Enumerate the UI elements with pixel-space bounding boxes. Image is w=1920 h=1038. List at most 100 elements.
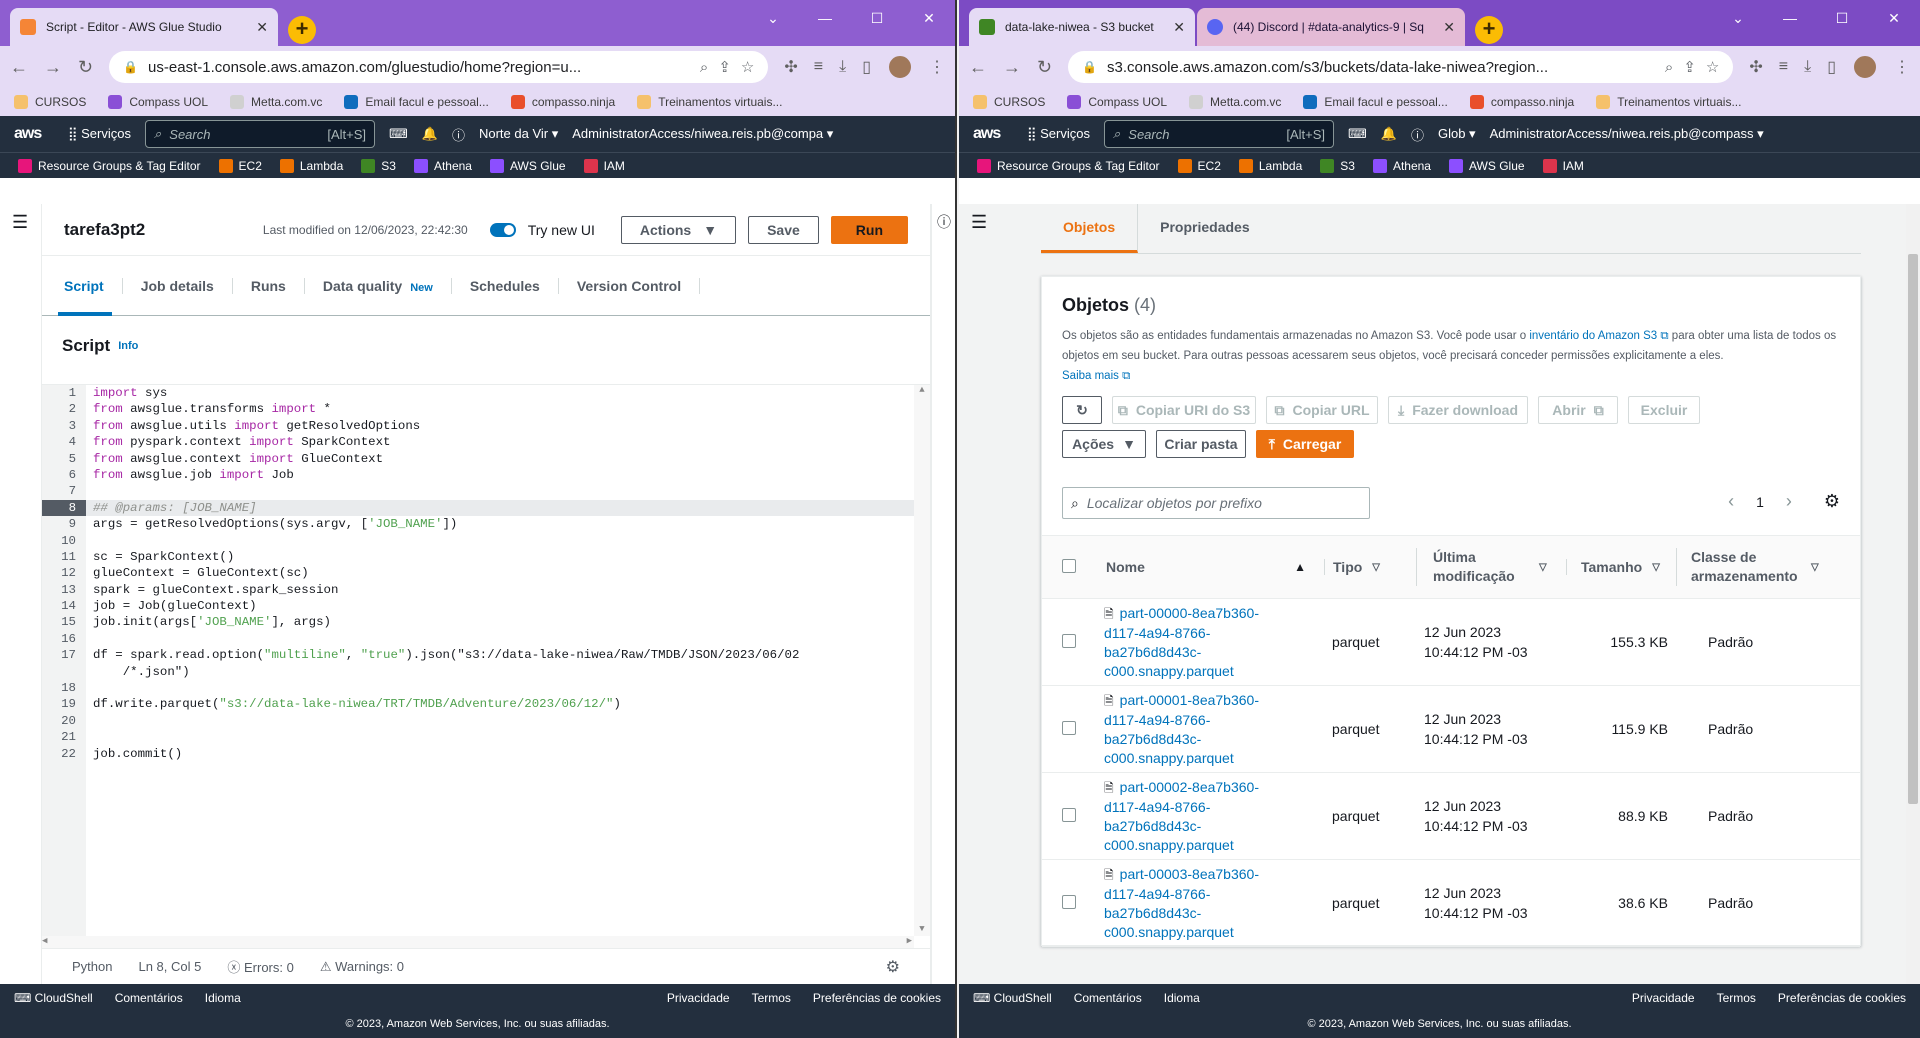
- maximize-icon[interactable]: ☐: [851, 6, 903, 30]
- vertical-scrollbar[interactable]: ▲ ▼: [914, 385, 930, 936]
- new-ui-toggle[interactable]: [489, 222, 516, 237]
- upload-button[interactable]: ⤒ Carregar: [1256, 430, 1354, 458]
- aws-search-input[interactable]: ⌕ Search [Alt+S]: [145, 120, 375, 148]
- code-area[interactable]: import sys from awsglue.transforms import…: [86, 385, 914, 948]
- warnings-indicator[interactable]: ⚠ Warnings: 0: [320, 959, 404, 975]
- terms-link[interactable]: Termos: [1717, 991, 1756, 1005]
- column-type[interactable]: Tipo ▽: [1324, 559, 1416, 575]
- create-folder-button[interactable]: Criar pasta: [1156, 430, 1246, 458]
- favorite-service[interactable]: Athena: [413, 158, 472, 173]
- url-field[interactable]: 🔒 s3.console.aws.amazon.com/s3/buckets/d…: [1068, 51, 1734, 83]
- forward-icon[interactable]: →: [1003, 57, 1021, 78]
- code-line[interactable]: job = Job(glueContext): [86, 598, 914, 614]
- page-scrollbar[interactable]: [1906, 204, 1920, 984]
- account-menu[interactable]: AdministratorAccess/niwea.reis.pb@compas…: [1490, 126, 1764, 142]
- reload-icon[interactable]: ↻: [78, 57, 93, 78]
- close-tab-icon[interactable]: ✕: [1173, 19, 1185, 36]
- share-icon[interactable]: ⇪: [718, 58, 731, 76]
- tab-schedules[interactable]: Schedules: [452, 277, 559, 294]
- save-button[interactable]: Save: [748, 215, 819, 244]
- sidepanel-icon[interactable]: ▯: [1827, 57, 1836, 77]
- tab-properties[interactable]: Propriedades: [1138, 204, 1271, 253]
- close-window-icon[interactable]: ✕: [1868, 6, 1920, 30]
- code-line[interactable]: from awsglue.job import Job: [86, 467, 914, 483]
- code-line[interactable]: [86, 713, 914, 729]
- comments-link[interactable]: Comentários: [1074, 991, 1142, 1005]
- delete-button[interactable]: Excluir: [1628, 396, 1700, 424]
- region-selector[interactable]: Norte da Vir ▾: [479, 126, 558, 142]
- favorite-service[interactable]: Resource Groups & Tag Editor: [18, 158, 201, 173]
- bookmark-item[interactable]: Compass UOL: [108, 95, 208, 109]
- back-icon[interactable]: ←: [969, 57, 987, 78]
- code-line[interactable]: [86, 729, 914, 745]
- sidepanel-icon[interactable]: ▯: [862, 57, 871, 77]
- refresh-button[interactable]: ↻: [1062, 396, 1102, 424]
- actions-button[interactable]: Actions ▼: [620, 215, 737, 244]
- menu-icon[interactable]: ⋮: [929, 57, 945, 77]
- code-editor[interactable]: 1 2 3 4 5 6 7 8 9 10 11 12 13 14 15 16 17 18 19 20 21 22 impo…: [42, 384, 930, 948]
- terms-link[interactable]: Termos: [752, 991, 791, 1005]
- select-all-checkbox[interactable]: [1062, 558, 1076, 573]
- code-line[interactable]: job.init(args['JOB_NAME'], args): [86, 614, 914, 630]
- bookmark-item[interactable]: CURSOS: [14, 95, 86, 109]
- tab-discord[interactable]: (44) Discord | #data-analytics-9 | Sq ✕: [1197, 8, 1465, 46]
- code-line[interactable]: [86, 483, 914, 499]
- avatar[interactable]: [887, 54, 913, 80]
- object-link[interactable]: 🗎 part-00003-8ea7b360- d117-4a94-8766- ba27…: [1104, 865, 1316, 942]
- media-icon[interactable]: ≡: [1779, 58, 1788, 76]
- chevron-down-icon[interactable]: ⌄: [1712, 6, 1764, 30]
- privacy-link[interactable]: Privacidade: [667, 991, 730, 1005]
- region-selector[interactable]: Glob ▾: [1438, 126, 1476, 142]
- code-line[interactable]: /*.json"): [86, 664, 914, 680]
- cloudshell-link[interactable]: ⌨ CloudShell: [14, 991, 93, 1005]
- object-link[interactable]: 🗎 part-00002-8ea7b360- d117-4a94-8766- ba27…: [1104, 778, 1316, 855]
- media-icon[interactable]: ≡: [814, 58, 823, 76]
- actions-dropdown[interactable]: Ações ▼: [1062, 430, 1146, 458]
- code-line[interactable]: df.write.parquet("s3://data-lake-niwea/T…: [86, 696, 914, 712]
- code-line[interactable]: ## @params: [JOB_NAME]: [86, 499, 914, 517]
- code-line[interactable]: job.commit(): [86, 746, 914, 762]
- favorite-service[interactable]: IAM: [1542, 158, 1584, 173]
- page-number[interactable]: 1: [1756, 494, 1764, 510]
- close-tab-icon[interactable]: ✕: [1443, 19, 1455, 36]
- bookmark-item[interactable]: CURSOS: [973, 95, 1045, 109]
- prev-page-icon[interactable]: ‹: [1728, 491, 1734, 512]
- copy-s3-uri-button[interactable]: ⧉ Copiar URI do S3: [1112, 396, 1256, 424]
- code-line[interactable]: [86, 631, 914, 647]
- favorite-service[interactable]: Athena: [1372, 158, 1431, 173]
- column-name[interactable]: Nome ▲: [1096, 559, 1324, 575]
- download-icon[interactable]: ⤓: [1804, 58, 1811, 76]
- favorite-service[interactable]: Lambda: [1238, 158, 1302, 173]
- tab-runs[interactable]: Runs: [233, 277, 305, 294]
- code-line[interactable]: spark = glueContext.spark_session: [86, 582, 914, 598]
- aws-logo[interactable]: aws: [973, 125, 1013, 143]
- code-line[interactable]: glueContext = GlueContext(sc): [86, 565, 914, 581]
- next-page-icon[interactable]: ›: [1786, 491, 1792, 512]
- info-icon[interactable]: ⓘ: [937, 212, 951, 232]
- search-icon[interactable]: ⌕: [1665, 59, 1673, 76]
- favorite-service[interactable]: AWS Glue: [1448, 158, 1525, 173]
- star-icon[interactable]: ☆: [741, 58, 754, 76]
- info-link[interactable]: Info: [118, 340, 138, 352]
- favorite-service[interactable]: AWS Glue: [489, 158, 566, 173]
- tab-job-details[interactable]: Job details: [123, 277, 233, 294]
- tab-glue-editor[interactable]: Script - Editor - AWS Glue Studio ✕: [10, 8, 278, 46]
- code-line[interactable]: [86, 680, 914, 696]
- row-checkbox[interactable]: [1062, 807, 1076, 822]
- close-tab-icon[interactable]: ✕: [256, 19, 268, 36]
- new-tab-button[interactable]: +: [288, 16, 316, 44]
- minimize-icon[interactable]: —: [1764, 6, 1816, 30]
- menu-icon[interactable]: ⋮: [1894, 57, 1910, 77]
- bookmark-item[interactable]: Treinamentos virtuais...: [637, 95, 782, 109]
- share-icon[interactable]: ⇪: [1683, 58, 1696, 76]
- cloudshell-link[interactable]: ⌨ CloudShell: [973, 991, 1052, 1005]
- inventory-link[interactable]: inventário do Amazon S3 ⧉: [1529, 330, 1668, 342]
- account-menu[interactable]: AdministratorAccess/niwea.reis.pb@compa …: [572, 126, 833, 142]
- object-filter-input[interactable]: ⌕ Localizar objetos por prefixo: [1062, 487, 1370, 519]
- cookies-link[interactable]: Preferências de cookies: [813, 991, 941, 1005]
- code-line[interactable]: args = getResolvedOptions(sys.argv, ['JO…: [86, 516, 914, 532]
- favorite-service[interactable]: IAM: [583, 158, 625, 173]
- help-icon[interactable]: ⓘ: [452, 125, 465, 144]
- help-icon[interactable]: ⓘ: [1411, 125, 1424, 144]
- bookmark-item[interactable]: Metta.com.vc: [230, 95, 322, 109]
